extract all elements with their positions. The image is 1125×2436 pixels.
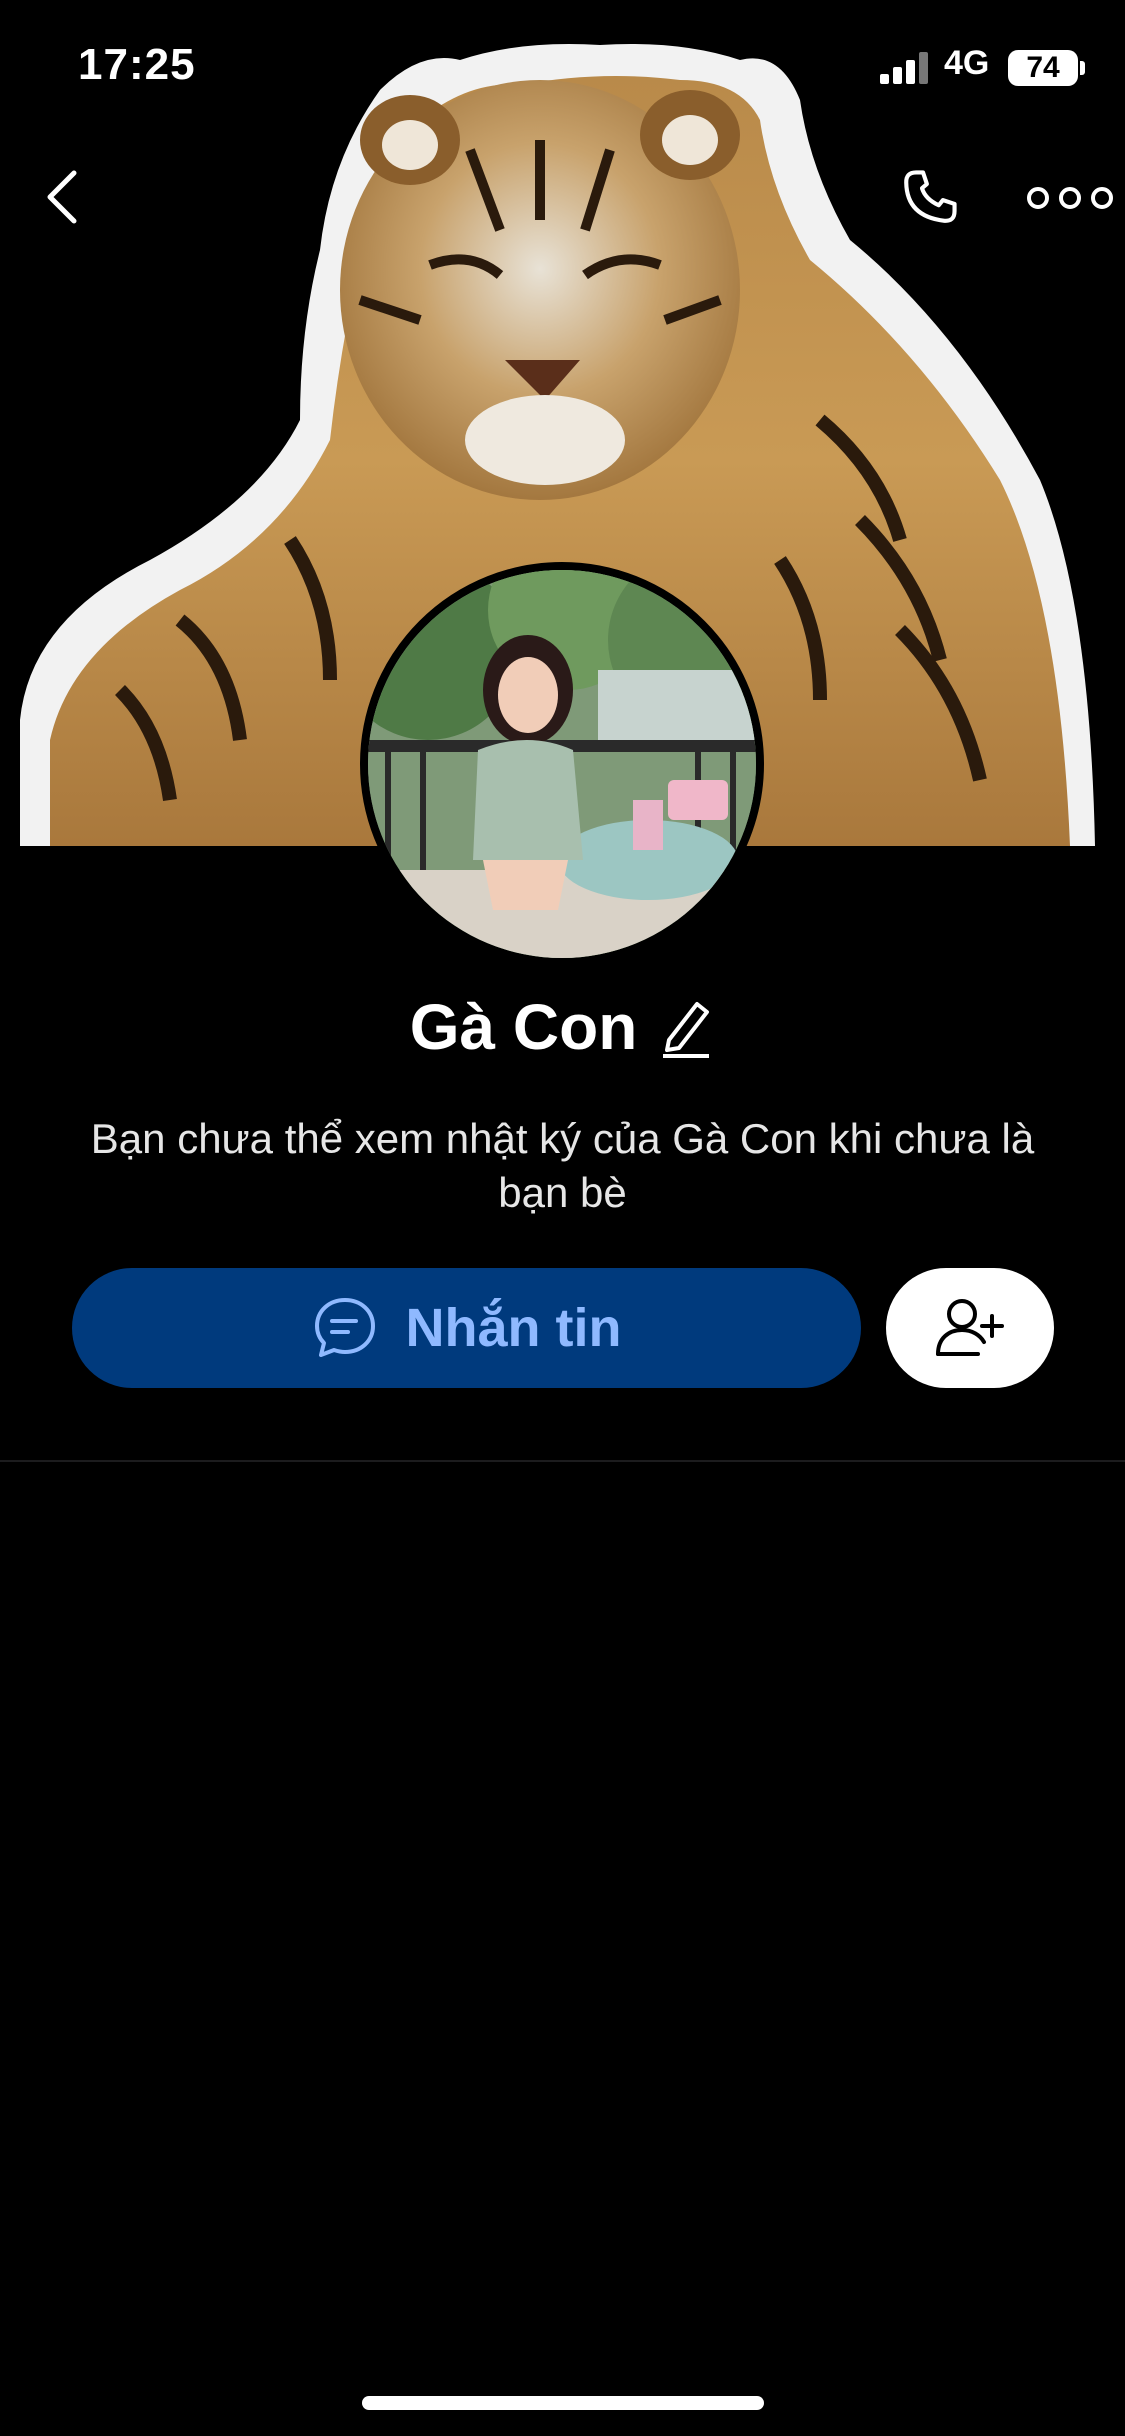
add-user-icon — [936, 1299, 1004, 1356]
avatar[interactable] — [360, 562, 764, 966]
battery-cap — [1080, 61, 1085, 75]
divider — [0, 1460, 1125, 1462]
home-indicator[interactable] — [362, 2396, 764, 2410]
status-time: 17:25 — [78, 40, 196, 89]
friends-only-notice: Bạn chưa thể xem nhật ký của Gà Con khi … — [90, 1115, 1035, 1216]
call-button[interactable] — [888, 160, 972, 234]
status-bar: 17:25 4G 74 — [0, 0, 1125, 130]
more-horizontal-icon — [1027, 187, 1113, 209]
chat-bubble-icon — [314, 1298, 375, 1357]
more-button[interactable] — [1020, 170, 1120, 226]
battery-icon: 74 — [1008, 50, 1078, 86]
back-button[interactable] — [30, 160, 94, 234]
pencil-icon[interactable] — [657, 994, 715, 1060]
profile-name-row: Gà Con — [0, 990, 1125, 1064]
network-type: 4G — [944, 44, 990, 82]
profile-name: Gà Con — [409, 991, 638, 1063]
message-button[interactable]: Nhắn tin — [72, 1268, 861, 1388]
add-friend-button[interactable] — [886, 1268, 1054, 1388]
chevron-left-icon — [47, 170, 77, 224]
signal-icon — [880, 52, 932, 84]
message-button-label: Nhắn tin — [405, 1298, 622, 1358]
phone-icon — [904, 170, 957, 223]
